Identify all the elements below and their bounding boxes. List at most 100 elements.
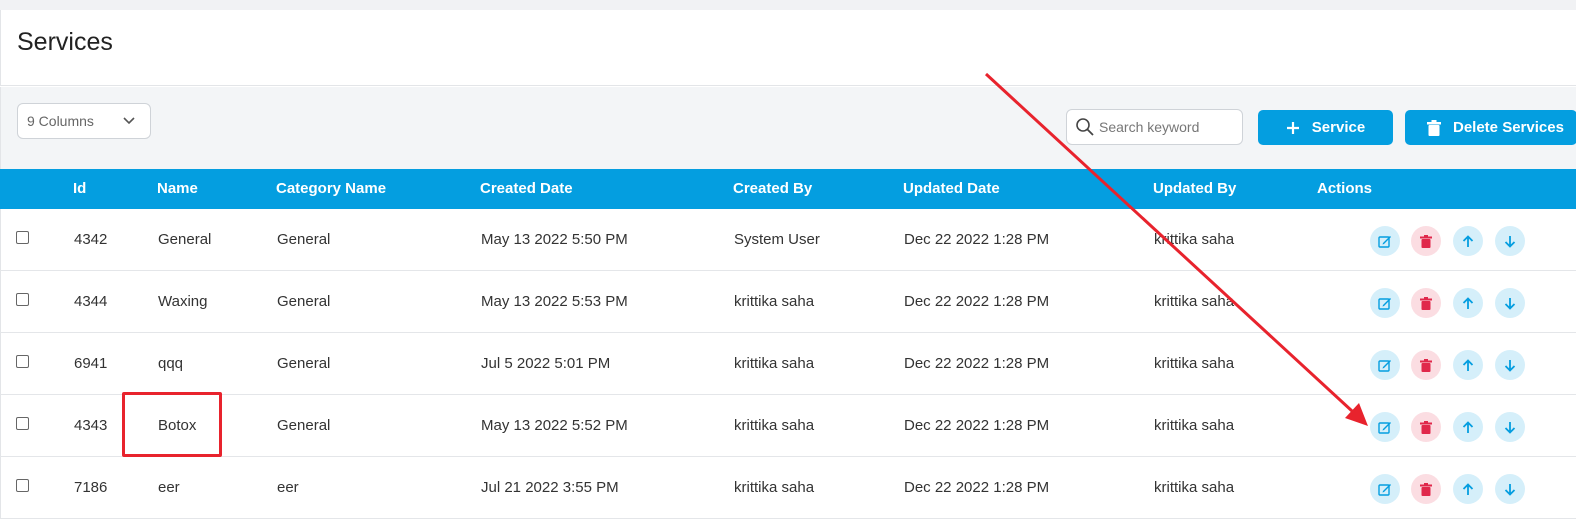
header-created-by[interactable]: Created By	[733, 180, 812, 197]
cell-updated-date: Dec 22 2022 1:28 PM	[904, 355, 1050, 372]
search-box[interactable]	[1066, 109, 1243, 145]
arrow-up-icon	[1462, 234, 1474, 247]
cell-updated-date: Dec 22 2022 1:28 PM	[904, 417, 1050, 434]
chevron-down-icon	[123, 117, 135, 125]
trash-icon	[1420, 358, 1432, 372]
cell-id: 4342	[74, 231, 108, 248]
cell-updated-by: krittika saha	[1154, 293, 1235, 310]
edit-button[interactable]	[1370, 412, 1400, 442]
cell-name: eer	[158, 479, 180, 496]
delete-services-button[interactable]: Delete Services	[1405, 110, 1576, 145]
edit-button[interactable]	[1370, 350, 1400, 380]
search-icon	[1076, 118, 1094, 136]
edit-icon	[1378, 422, 1391, 434]
move-up-button[interactable]	[1453, 412, 1483, 442]
header-actions: Actions	[1317, 180, 1373, 197]
edit-button[interactable]	[1370, 474, 1400, 504]
cell-updated-by: krittika saha	[1154, 355, 1235, 372]
delete-button[interactable]	[1411, 474, 1441, 504]
cell-category: eer	[277, 479, 299, 496]
toolbar: 9 Columns Service Delete Services	[0, 87, 1576, 169]
delete-services-label: Delete Services	[1453, 119, 1564, 136]
row-checkbox[interactable]	[16, 417, 29, 430]
header-updated-date[interactable]: Updated Date	[903, 180, 1000, 197]
top-strip	[0, 0, 1576, 10]
row-checkbox[interactable]	[16, 479, 29, 492]
cell-updated-by: krittika saha	[1154, 231, 1235, 248]
title-bar: Services	[0, 10, 1576, 86]
cell-created-by: krittika saha	[734, 293, 815, 310]
edit-icon	[1378, 236, 1391, 248]
move-down-button[interactable]	[1495, 226, 1525, 256]
arrow-up-icon	[1462, 482, 1474, 495]
cell-category: General	[277, 293, 331, 310]
columns-select-value: 9 Columns	[27, 113, 94, 129]
arrow-down-icon	[1504, 235, 1516, 248]
cell-created-date: May 13 2022 5:53 PM	[481, 293, 628, 310]
cell-id: 4343	[74, 417, 108, 434]
row-checkbox[interactable]	[16, 231, 29, 244]
add-service-button[interactable]: Service	[1258, 110, 1393, 145]
cell-created-by: System User	[734, 231, 820, 248]
row-checkbox[interactable]	[16, 355, 29, 368]
cell-created-date: Jul 21 2022 3:55 PM	[481, 479, 619, 496]
arrow-up-icon	[1462, 358, 1474, 371]
cell-id: 7186	[74, 479, 108, 496]
cell-updated-by: krittika saha	[1154, 417, 1235, 434]
move-up-button[interactable]	[1453, 226, 1483, 256]
arrow-down-icon	[1504, 297, 1516, 310]
table-row: 7186 eer eer Jul 21 2022 3:55 PM krittik…	[0, 457, 1576, 519]
header-category-name[interactable]: Category Name	[276, 180, 386, 197]
edit-button[interactable]	[1370, 288, 1400, 318]
trash-icon	[1427, 119, 1441, 136]
plus-icon	[1286, 121, 1300, 135]
move-up-button[interactable]	[1453, 288, 1483, 318]
cell-category: General	[277, 355, 331, 372]
trash-icon	[1420, 234, 1432, 248]
columns-select[interactable]: 9 Columns	[17, 103, 151, 139]
delete-button[interactable]	[1411, 412, 1441, 442]
move-down-button[interactable]	[1495, 474, 1525, 504]
header-updated-by[interactable]: Updated By	[1153, 180, 1236, 197]
cell-updated-by: krittika saha	[1154, 479, 1235, 496]
move-down-button[interactable]	[1495, 412, 1525, 442]
cell-id: 6941	[74, 355, 108, 372]
move-down-button[interactable]	[1495, 288, 1525, 318]
search-input[interactable]	[1097, 118, 1241, 136]
page-title: Services	[17, 28, 113, 56]
cell-name: Waxing	[158, 293, 208, 310]
table-header: Id Name Category Name Created Date Creat…	[0, 169, 1576, 209]
arrow-down-icon	[1504, 421, 1516, 434]
arrow-up-icon	[1462, 420, 1474, 433]
cell-created-date: May 13 2022 5:50 PM	[481, 231, 628, 248]
table-row: 4344 Waxing General May 13 2022 5:53 PM …	[0, 271, 1576, 333]
header-name[interactable]: Name	[157, 180, 198, 197]
delete-button[interactable]	[1411, 226, 1441, 256]
arrow-down-icon	[1504, 483, 1516, 496]
cell-created-by: krittika saha	[734, 417, 815, 434]
cell-created-date: Jul 5 2022 5:01 PM	[481, 355, 611, 372]
trash-icon	[1420, 296, 1432, 310]
table-row: 4343 Botox General May 13 2022 5:52 PM k…	[0, 395, 1576, 457]
edit-button[interactable]	[1370, 226, 1400, 256]
cell-created-by: krittika saha	[734, 355, 815, 372]
edit-icon	[1378, 360, 1391, 372]
cell-name: Botox	[158, 417, 197, 434]
header-id[interactable]: Id	[73, 180, 86, 197]
move-down-button[interactable]	[1495, 350, 1525, 380]
delete-button[interactable]	[1411, 288, 1441, 318]
trash-icon	[1420, 420, 1432, 434]
trash-icon	[1420, 482, 1432, 496]
table-row: 6941 qqq General Jul 5 2022 5:01 PM krit…	[0, 333, 1576, 395]
move-up-button[interactable]	[1453, 474, 1483, 504]
cell-name: qqq	[158, 355, 184, 372]
cell-category: General	[277, 231, 331, 248]
arrow-down-icon	[1504, 359, 1516, 372]
header-created-date[interactable]: Created Date	[480, 180, 573, 197]
delete-button[interactable]	[1411, 350, 1441, 380]
cell-category: General	[277, 417, 331, 434]
move-up-button[interactable]	[1453, 350, 1483, 380]
cell-updated-date: Dec 22 2022 1:28 PM	[904, 479, 1050, 496]
row-checkbox[interactable]	[16, 293, 29, 306]
cell-created-date: May 13 2022 5:52 PM	[481, 417, 628, 434]
